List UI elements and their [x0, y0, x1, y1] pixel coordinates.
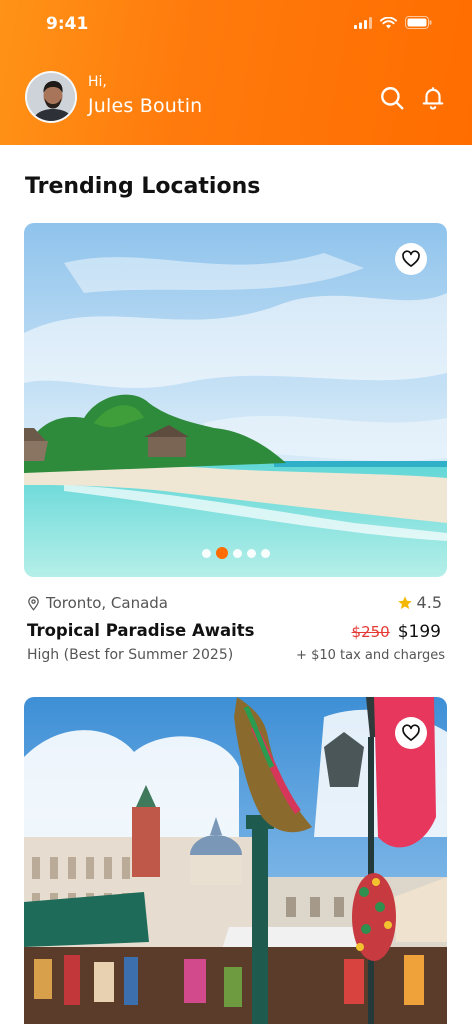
location-card-image[interactable] — [24, 697, 447, 1024]
status-icons — [354, 16, 432, 29]
carousel-dot-active[interactable] — [215, 547, 228, 559]
location-text: Toronto, Canada — [46, 594, 168, 612]
status-time: 9:41 — [46, 14, 89, 34]
avatar[interactable] — [25, 71, 77, 123]
user-name: Jules Boutin — [88, 95, 203, 117]
old-price: $250 — [351, 623, 390, 641]
market-photo — [24, 697, 447, 1024]
rating-value: 4.5 — [416, 593, 442, 612]
search-icon — [381, 87, 404, 110]
card-subtitle: High (Best for Summer 2025) — [27, 647, 234, 663]
signal-icon — [354, 16, 372, 29]
bell-icon — [422, 87, 444, 110]
card-location: Toronto, Canada — [26, 594, 168, 612]
app-header: 9:41 Hi, Jules Boutin — [0, 0, 472, 145]
location-pin-icon — [28, 595, 39, 611]
heart-icon — [402, 724, 420, 741]
carousel-dot[interactable] — [201, 548, 211, 558]
notifications-button[interactable] — [419, 84, 447, 112]
favorite-button[interactable] — [395, 243, 427, 275]
card-price: $250 $199 — [352, 622, 441, 642]
section-title: Trending Locations — [25, 174, 261, 199]
carousel-dots — [24, 547, 447, 559]
tax-note: + $10 tax and charges — [296, 648, 445, 663]
wifi-icon — [380, 16, 397, 28]
star-icon — [397, 595, 412, 609]
greeting-text: Hi, — [88, 74, 107, 90]
location-card-image[interactable] — [24, 223, 447, 577]
favorite-button[interactable] — [395, 717, 427, 749]
carousel-dot[interactable] — [260, 548, 270, 558]
card-title[interactable]: Tropical Paradise Awaits — [27, 621, 255, 640]
battery-icon — [405, 16, 432, 29]
carousel-dot[interactable] — [246, 548, 256, 558]
status-bar: 9:41 — [0, 0, 472, 48]
current-price: $199 — [397, 622, 441, 642]
beach-photo — [24, 223, 447, 577]
search-button[interactable] — [378, 84, 406, 112]
heart-icon — [402, 250, 420, 267]
carousel-dot[interactable] — [232, 548, 242, 558]
card-rating: 4.5 — [397, 593, 442, 612]
